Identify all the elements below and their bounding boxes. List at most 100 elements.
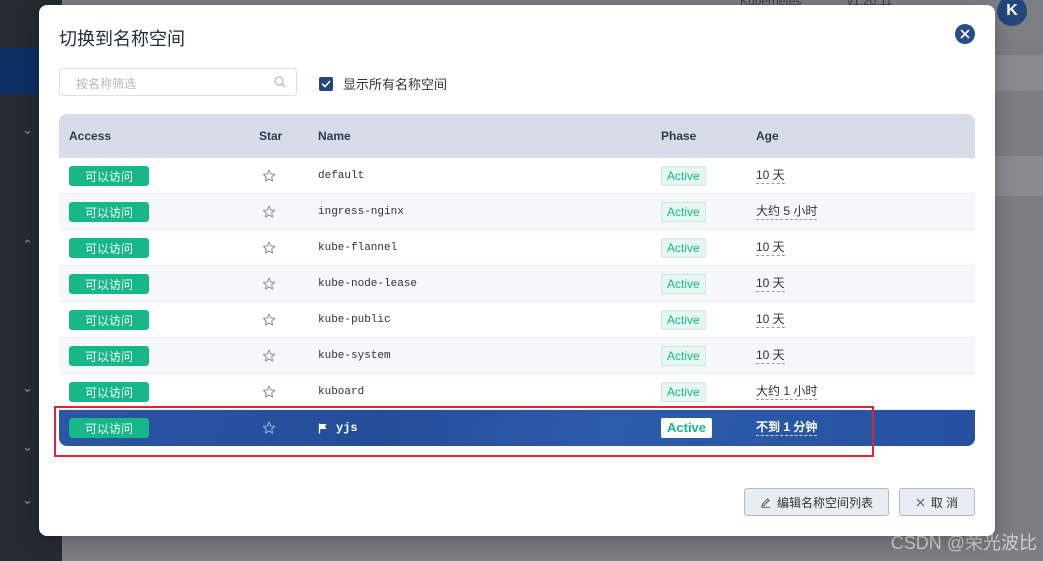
star-cell [262,302,276,338]
star-cell [262,158,276,194]
star-outline-icon[interactable] [262,169,276,183]
checkbox-checked-icon[interactable] [319,76,333,91]
column-header-star[interactable]: Star [259,114,282,158]
phase-cell: Active [661,266,706,302]
star-cell [262,266,276,302]
namespace-name[interactable]: default [318,170,364,182]
age-value: 10 天 [756,276,785,292]
access-badge: 可以访问 [69,310,149,330]
star-cell [262,194,276,230]
access-cell: 可以访问 [69,158,149,194]
table-row[interactable]: 可以访问 kube-system Active 10 天 [59,338,975,374]
search-input[interactable] [74,74,268,94]
star-outline-icon[interactable] [262,313,276,327]
access-badge: 可以访问 [69,346,149,366]
name-cell: kube-public [318,302,391,338]
phase-cell: Active [661,230,706,266]
age-value: 不到 1 分钟 [756,420,818,436]
access-cell: 可以访问 [69,230,149,266]
table-header: Access Star Name Phase Age [59,114,975,158]
chevron-down-icon: ⌄ [22,439,33,454]
status-badge: Active [661,310,706,330]
access-badge: 可以访问 [69,382,149,402]
status-badge: Active [661,418,713,438]
phase-cell: Active [661,302,706,338]
age-cell: 10 天 [756,266,785,302]
flag-icon [318,423,327,433]
name-cell: kube-system [318,338,391,374]
access-cell: 可以访问 [69,374,149,410]
name-cell: ingress-nginx [318,194,404,230]
age-value: 10 天 [756,312,785,328]
edit-namespace-list-button[interactable]: 编辑名称空间列表 [744,488,889,516]
show-all-namespaces-label: 显示所有名称空间 [343,77,448,92]
access-badge: 可以访问 [69,274,149,294]
access-cell: 可以访问 [69,410,149,446]
namespace-name[interactable]: kube-public [318,314,391,326]
chevron-down-icon: ⌄ [22,380,33,395]
table-row[interactable]: 可以访问 kube-flannel Active 10 天 [59,230,975,266]
age-value: 10 天 [756,168,785,184]
age-value: 10 天 [756,348,785,364]
edit-icon [760,497,770,508]
name-cell: default [318,158,364,194]
age-cell: 10 天 [756,230,785,266]
access-cell: 可以访问 [69,194,149,230]
table-row[interactable]: 可以访问 kube-node-lease Active 10 天 [59,266,975,302]
edit-namespace-list-label: 编辑名称空间列表 [776,495,873,510]
age-cell: 10 天 [756,158,785,194]
table-row[interactable]: 可以访问 ingress-nginx Active 大约 5 小时 [59,194,975,230]
table-row[interactable]: 可以访问 yjs Active 不到 1 分钟 [59,410,975,446]
status-badge: Active [661,274,706,294]
dialog-title: 切换到名称空间 [59,29,185,49]
namespace-name[interactable]: kube-system [318,350,391,362]
chevron-down-icon: ⌄ [22,492,33,507]
access-badge: 可以访问 [69,166,149,186]
close-button[interactable] [955,24,975,44]
age-value: 10 天 [756,240,785,256]
star-cell [262,374,276,410]
age-cell: 10 天 [756,338,785,374]
access-badge: 可以访问 [69,418,149,438]
name-cell: kuboard [318,374,364,410]
background-band [995,156,1043,196]
phase-cell: Active [661,158,706,194]
cancel-button[interactable]: 取 消 [899,488,975,516]
table-row[interactable]: 可以访问 default Active 10 天 [59,158,975,194]
name-cell: kube-node-lease [318,266,417,302]
namespace-table: Access Star Name Phase Age 可以访问 default Ac… [59,114,975,452]
age-value: 大约 1 小时 [756,384,818,400]
age-cell: 10 天 [756,302,785,338]
background-band [995,55,1043,91]
namespace-name[interactable]: kube-node-lease [318,278,417,290]
show-all-namespaces-checkbox[interactable]: 显示所有名称空间 [319,74,447,93]
sidebar-active-item [0,48,40,94]
namespace-name[interactable]: kube-flannel [318,242,397,254]
star-outline-icon[interactable] [262,241,276,255]
search-box [59,68,297,96]
name-cell: yjs [318,410,358,446]
access-badge: 可以访问 [69,202,149,222]
star-outline-icon[interactable] [262,385,276,399]
access-badge: 可以访问 [69,238,149,258]
column-header-name[interactable]: Name [318,114,351,158]
age-cell: 大约 5 小时 [756,194,818,230]
column-header-access[interactable]: Access [69,114,111,158]
age-cell: 不到 1 分钟 [756,410,818,446]
column-header-age[interactable]: Age [756,114,779,158]
column-header-phase[interactable]: Phase [661,114,696,158]
namespace-name[interactable]: kuboard [318,386,364,398]
star-outline-icon[interactable] [262,205,276,219]
table-row[interactable]: 可以访问 kuboard Active 大约 1 小时 [59,374,975,410]
star-outline-icon[interactable] [262,277,276,291]
age-value: 大约 5 小时 [756,204,818,220]
search-icon[interactable] [274,76,286,88]
status-badge: Active [661,238,706,258]
access-cell: 可以访问 [69,338,149,374]
star-outline-icon[interactable] [262,421,276,435]
star-outline-icon[interactable] [262,349,276,363]
namespace-name[interactable]: ingress-nginx [318,206,404,218]
namespace-name[interactable]: yjs [336,421,358,435]
table-row[interactable]: 可以访问 kube-public Active 10 天 [59,302,975,338]
age-cell: 大约 1 小时 [756,374,818,410]
